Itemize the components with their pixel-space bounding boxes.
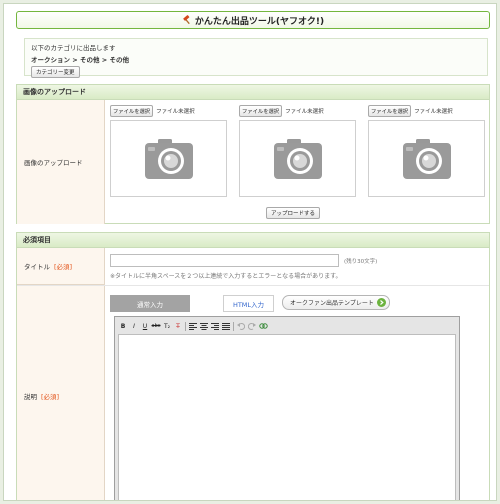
choose-file-button-3[interactable]: ファイルを選択 bbox=[368, 105, 412, 117]
upload-slot-3: ファイルを選択 ファイル未選択 bbox=[368, 105, 485, 197]
photo-preview-1[interactable] bbox=[110, 120, 227, 197]
align-center-icon[interactable] bbox=[199, 321, 209, 331]
template-button-label: オークファン出品テンプレート bbox=[290, 300, 374, 307]
required-badge: [必須] bbox=[41, 392, 60, 401]
choose-file-button-1[interactable]: ファイルを選択 bbox=[110, 105, 154, 117]
auction-hammer-icon bbox=[183, 15, 190, 25]
description-label: 説明 bbox=[24, 392, 37, 401]
upload-button[interactable]: アップロードする bbox=[266, 207, 321, 219]
strikethrough-button[interactable]: abc bbox=[151, 321, 161, 331]
image-upload-section: 画像のアップロード 画像のアップロード ファイルを選択 ファイル未選択 ファイル… bbox=[16, 84, 490, 224]
required-badge: [必須] bbox=[54, 263, 73, 271]
editor-toolbar: B I U abc T₂ T̶ bbox=[118, 320, 268, 332]
title-char-counter: (残り30文字) bbox=[344, 259, 378, 265]
align-left-icon[interactable] bbox=[188, 321, 198, 331]
align-right-icon[interactable] bbox=[210, 321, 220, 331]
choose-file-button-2[interactable]: ファイルを選択 bbox=[239, 105, 283, 117]
required-heading: 必須項目 bbox=[17, 233, 489, 248]
image-upload-heading: 画像のアップロード bbox=[17, 85, 489, 100]
required-section: 必須項目 タイトル [必須] (残り30文字) ※タイトルに半角スペースを２つ以… bbox=[16, 232, 490, 500]
tool-window: かんたん出品ツール(ヤフオク!) 以下のカテゴリに出品します オークション > … bbox=[3, 3, 497, 501]
photo-preview-3[interactable] bbox=[368, 120, 485, 197]
title-input[interactable] bbox=[110, 254, 339, 267]
italic-button[interactable]: I bbox=[129, 321, 139, 331]
file-status-1: ファイル未選択 bbox=[156, 109, 195, 115]
change-category-button[interactable]: カテゴリー変更 bbox=[31, 66, 80, 78]
underline-button[interactable]: U bbox=[140, 321, 150, 331]
tab-normal-input[interactable]: 通常入力 bbox=[110, 295, 190, 312]
image-upload-label-cell: 画像のアップロード bbox=[17, 100, 105, 224]
photo-preview-2[interactable] bbox=[239, 120, 356, 197]
redo-icon[interactable] bbox=[247, 321, 257, 331]
description-textarea[interactable] bbox=[118, 334, 456, 500]
template-button[interactable]: オークファン出品テンプレート bbox=[282, 295, 390, 310]
file-status-3: ファイル未選択 bbox=[414, 109, 453, 115]
arrow-right-icon bbox=[376, 298, 386, 307]
camera-placeholder-icon bbox=[402, 138, 451, 179]
title-label-cell: タイトル [必須] bbox=[17, 248, 105, 285]
tool-header: かんたん出品ツール(ヤフオク!) bbox=[16, 11, 490, 29]
description-editor: B I U abc T₂ T̶ bbox=[114, 316, 460, 500]
page-title: かんたん出品ツール(ヤフオク!) bbox=[194, 16, 325, 27]
file-status-2: ファイル未選択 bbox=[285, 109, 324, 115]
title-note: ※タイトルに半角スペースを２つ以上連続で入力するとエラーとなる場合があります。 bbox=[110, 273, 342, 280]
camera-placeholder-icon bbox=[273, 138, 322, 179]
tab-html-input[interactable]: HTML入力 bbox=[223, 295, 274, 312]
category-path: オークション > その他 > その他 bbox=[31, 56, 129, 64]
image-upload-label: 画像のアップロード bbox=[24, 159, 83, 167]
bold-button[interactable]: B bbox=[118, 321, 128, 331]
upload-slot-2: ファイルを選択 ファイル未選択 bbox=[239, 105, 356, 197]
title-label: タイトル bbox=[24, 263, 50, 271]
undo-icon[interactable] bbox=[236, 321, 246, 331]
subscript-button[interactable]: T₂ bbox=[162, 321, 172, 331]
category-box: 以下のカテゴリに出品します オークション > その他 > その他 カテゴリー変更 bbox=[24, 38, 488, 78]
camera-placeholder-icon bbox=[144, 138, 193, 179]
description-label-cell: 説明 [必須] bbox=[17, 286, 105, 500]
insert-link-icon[interactable] bbox=[258, 321, 268, 331]
category-intro: 以下のカテゴリに出品します bbox=[31, 44, 116, 52]
clear-format-button[interactable]: T̶ bbox=[173, 321, 183, 331]
upload-slot-1: ファイルを選択 ファイル未選択 bbox=[110, 105, 227, 197]
align-justify-icon[interactable] bbox=[221, 321, 231, 331]
